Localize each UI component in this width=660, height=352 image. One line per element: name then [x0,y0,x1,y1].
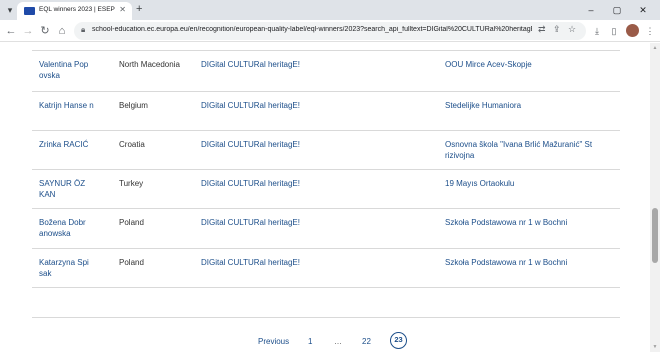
project-link[interactable]: DIGital CULTURal heritagE! [201,217,351,228]
table-row: Božena Dobr anowska Poland DIGital CULTU… [32,210,620,249]
menu-kebab-icon[interactable]: ⋮ [643,24,657,38]
pagination-previous[interactable]: Previous [258,337,289,346]
winner-country: Croatia [119,140,145,149]
eu-flag-icon [24,7,35,15]
winner-name-link[interactable]: Zrinka RACIĆ [39,139,99,150]
winner-country: North Macedonia [119,60,180,69]
forward-arrow-icon[interactable]: → [20,23,36,39]
back-arrow-icon[interactable]: ← [3,23,19,39]
url-text[interactable]: school-education.ec.europa.eu/en/recogni… [92,26,532,33]
winner-name-link[interactable]: Katrijn Hanse n [39,100,99,111]
winner-name-link[interactable]: Božena Dobr anowska [39,217,99,239]
tab-search-chevron-icon[interactable]: ▾ [3,3,17,17]
bookmark-star-icon[interactable]: ☆ [568,24,576,35]
school-link[interactable]: 19 Mayıs Ortaokulu [445,178,615,189]
share-icon[interactable]: ⇪ [553,24,561,35]
winner-country: Turkey [119,179,144,188]
winner-name-link[interactable]: Valentina Pop ovska [39,59,99,81]
address-bar[interactable]: 🔒︎ school-education.ec.europa.eu/en/reco… [74,22,586,40]
scroll-down-arrow-icon[interactable]: ▼ [650,344,660,350]
school-link[interactable]: Stedelijke Humaniora [445,100,615,111]
tab-close-icon[interactable]: ✕ [119,5,126,14]
table-row: Katrijn Hanse n Belgium DIGital CULTURal… [32,93,620,131]
winner-country: Poland [119,258,144,267]
school-link[interactable]: Szkoła Podstawowa nr 1 w Bochni [445,217,615,228]
school-link[interactable]: Szkoła Podstawowa nr 1 w Bochni [445,257,615,268]
project-link[interactable]: DIGital CULTURal heritagE! [201,178,351,189]
pagination-divider [32,317,620,318]
pagination-ellipsis: … [334,337,342,346]
download-icon[interactable]: ⤓ [590,24,604,38]
school-link[interactable]: OOU Mirce Acev-Skopje [445,59,615,70]
pagination-page-22[interactable]: 22 [362,337,371,346]
page-content: Valentina Pop ovska North Macedonia DIGi… [0,43,650,352]
browser-tab[interactable]: EQL winners 2023 | ESEP ✕ [17,2,132,20]
minimize-button[interactable]: – [582,2,600,18]
translate-icon[interactable]: ⇄ [538,24,546,35]
table-row: SAYNUR ÖZ KAN Turkey DIGital CULTURal he… [32,171,620,209]
sidebar-icon[interactable]: ▯ [607,24,621,38]
project-link[interactable]: DIGital CULTURal heritagE! [201,257,351,268]
pagination-page-1[interactable]: 1 [308,337,312,346]
close-window-button[interactable]: ✕ [634,2,652,18]
table-row: Katarzyna Spi sak Poland DIGital CULTURa… [32,250,620,288]
project-link[interactable]: DIGital CULTURal heritagE! [201,139,351,150]
table-row: Zrinka RACIĆ Croatia DIGital CULTURal he… [32,132,620,170]
winner-country: Belgium [119,101,148,110]
pagination-current-page[interactable]: 23 [390,332,407,349]
tab-title: EQL winners 2023 | ESEP [39,6,115,13]
tab-bar: ▾ EQL winners 2023 | ESEP ✕ + – ▢ ✕ [0,0,660,20]
home-icon[interactable]: ⌂ [54,23,70,39]
winner-name-link[interactable]: Katarzyna Spi sak [39,257,99,279]
scroll-up-arrow-icon[interactable]: ▲ [650,45,660,51]
lock-icon[interactable]: 🔒︎ [81,25,85,35]
maximize-button[interactable]: ▢ [608,2,626,18]
scrollbar-thumb[interactable] [652,208,658,263]
browser-toolbar: ← → ↻ ⌂ 🔒︎ school-education.ec.europa.eu… [0,20,660,42]
reload-icon[interactable]: ↻ [37,23,53,39]
vertical-scrollbar[interactable]: ▲ ▼ [650,43,660,352]
table-row: Valentina Pop ovska North Macedonia DIGi… [32,52,620,92]
table-row-partial [32,43,620,51]
profile-avatar[interactable] [626,24,639,37]
project-link[interactable]: DIGital CULTURal heritagE! [201,100,351,111]
project-link[interactable]: DIGital CULTURal heritagE! [201,59,351,70]
winner-name-link[interactable]: SAYNUR ÖZ KAN [39,178,99,200]
new-tab-button[interactable]: + [136,3,142,16]
school-link[interactable]: Osnovna škola "Ivana Brlić Mažuranić" St… [445,139,615,161]
winner-country: Poland [119,218,144,227]
